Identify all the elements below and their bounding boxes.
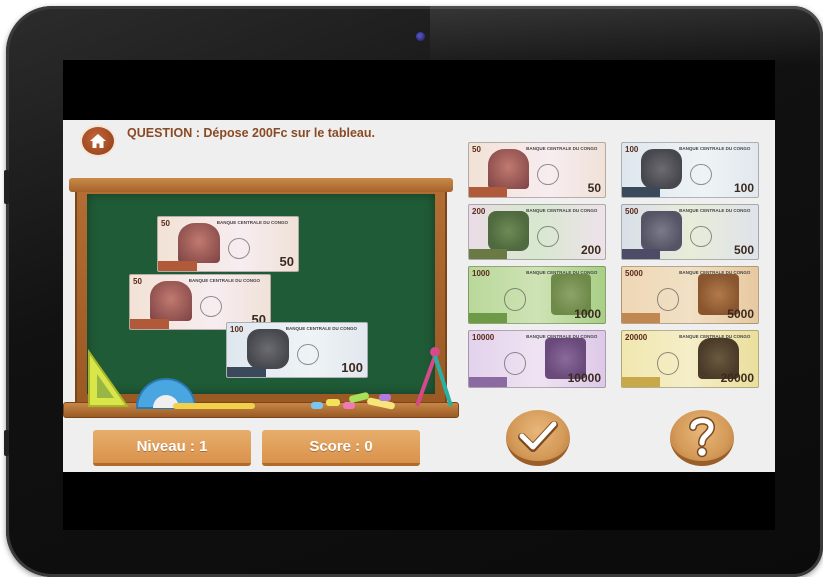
help-button[interactable] (670, 410, 734, 466)
chalkboard-top-rail (69, 178, 453, 192)
note-band (158, 261, 198, 271)
power-button (4, 430, 9, 456)
note-value-large: 200 (580, 243, 601, 257)
palette-banknote-500[interactable]: 500 BANQUE CENTRALE DU CONGO 500 (621, 204, 759, 260)
score-display: Score : 0 (262, 430, 420, 466)
portrait-image (488, 149, 529, 190)
note-value-small: 500 (625, 207, 639, 216)
note-band (469, 376, 508, 387)
seal-icon (228, 237, 251, 260)
note-value-large: 100 (733, 181, 754, 195)
note-value-large: 50 (279, 254, 294, 269)
note-value-large: 1000 (574, 307, 601, 321)
elephant-image (641, 149, 682, 190)
question-text: QUESTION : Dépose 200Fc sur le tableau. (127, 126, 375, 140)
note-bank-name: BANQUE CENTRALE DU CONGO (526, 208, 598, 213)
note-band (622, 187, 661, 197)
chalk-piece (343, 402, 355, 409)
note-value-small: 200 (472, 207, 486, 216)
note-bank-name: BANQUE CENTRALE DU CONGO (188, 278, 261, 283)
seal-icon (690, 225, 712, 248)
tablet-gloss (430, 6, 823, 66)
note-band (622, 312, 661, 323)
note-value-large: 500 (733, 243, 754, 257)
animal-icon (504, 288, 527, 311)
validate-button[interactable] (506, 410, 570, 466)
note-band (469, 249, 508, 259)
seal-icon (537, 163, 559, 186)
compass-icon (415, 347, 453, 407)
animal-icon (657, 352, 680, 375)
note-bank-name: BANQUE CENTRALE DU CONGO (285, 326, 358, 331)
volume-button (4, 170, 9, 204)
portrait-image (149, 281, 192, 322)
seal-icon (297, 343, 320, 366)
elephant-image (246, 329, 289, 370)
note-value-small: 100 (625, 145, 639, 154)
note-value-large: 50 (587, 181, 601, 195)
palette-banknote-50[interactable]: 50 BANQUE CENTRALE DU CONGO 50 (468, 142, 606, 198)
camera-icon (416, 32, 425, 41)
ruler-icon (173, 403, 255, 409)
note-bank-name: BANQUE CENTRALE DU CONGO (679, 146, 751, 151)
portrait-image (177, 223, 220, 264)
note-value-small: 10000 (472, 333, 495, 342)
note-bank-name: BANQUE CENTRALE DU CONGO (526, 146, 598, 151)
chalk-piece (326, 399, 340, 406)
note-bank-name: BANQUE CENTRALE DU CONGO (679, 208, 751, 213)
seal-icon (537, 225, 559, 248)
note-value-small: 50 (133, 277, 142, 286)
palette-banknote-5000[interactable]: 5000 BANQUE CENTRALE DU CONGO 5000 (621, 266, 759, 324)
note-bank-name: BANQUE CENTRALE DU CONGO (216, 220, 289, 225)
board-banknote-50[interactable]: 50 BANQUE CENTRALE DU CONGO 50 (157, 216, 299, 272)
animal-icon (657, 288, 680, 311)
note-value-small: 1000 (472, 269, 490, 278)
level-label: Niveau : 1 (136, 438, 208, 455)
home-icon (90, 134, 106, 148)
note-band (622, 249, 661, 259)
note-value-large: 100 (341, 360, 363, 375)
screen-bottom-bar (63, 472, 775, 530)
note-band (469, 312, 508, 323)
palette-banknote-100[interactable]: 100 BANQUE CENTRALE DU CONGO 100 (621, 142, 759, 198)
note-value-small: 5000 (625, 269, 643, 278)
palette-banknote-1000[interactable]: 1000 BANQUE CENTRALE DU CONGO 1000 (468, 266, 606, 324)
note-band (130, 319, 170, 329)
chalk-piece (379, 394, 391, 401)
palette-banknote-20000[interactable]: 20000 BANQUE CENTRALE DU CONGO 20000 (621, 330, 759, 388)
note-band (469, 187, 508, 197)
question-mark-icon (689, 416, 716, 457)
note-value-small: 50 (472, 145, 481, 154)
note-value-large: 10000 (567, 371, 601, 385)
screen-top-bar (63, 60, 775, 120)
level-display: Niveau : 1 (93, 430, 251, 466)
checkmark-icon (518, 420, 558, 452)
seal-icon (200, 295, 223, 318)
home-button[interactable] (80, 125, 116, 157)
note-band (227, 367, 267, 377)
worker-image (488, 211, 529, 252)
note-value-small: 50 (161, 219, 170, 228)
seal-icon (690, 163, 712, 186)
palette-banknote-200[interactable]: 200 BANQUE CENTRALE DU CONGO 200 (468, 204, 606, 260)
board-banknote-100[interactable]: 100 BANQUE CENTRALE DU CONGO 100 (226, 322, 368, 378)
animal-icon (504, 352, 527, 375)
game-screen: QUESTION : Dépose 200Fc sur le tableau. … (63, 120, 775, 472)
set-square-icon (88, 348, 129, 407)
note-value-small: 100 (230, 325, 244, 334)
note-value-small: 20000 (625, 333, 648, 342)
palette-banknote-10000[interactable]: 10000 BANQUE CENTRALE DU CONGO 10000 (468, 330, 606, 388)
score-label: Score : 0 (309, 438, 373, 455)
note-band (622, 376, 661, 387)
note-value-large: 5000 (727, 307, 754, 321)
chalk-piece (311, 402, 323, 409)
note-value-large: 20000 (720, 371, 754, 385)
mine-image (641, 211, 682, 252)
